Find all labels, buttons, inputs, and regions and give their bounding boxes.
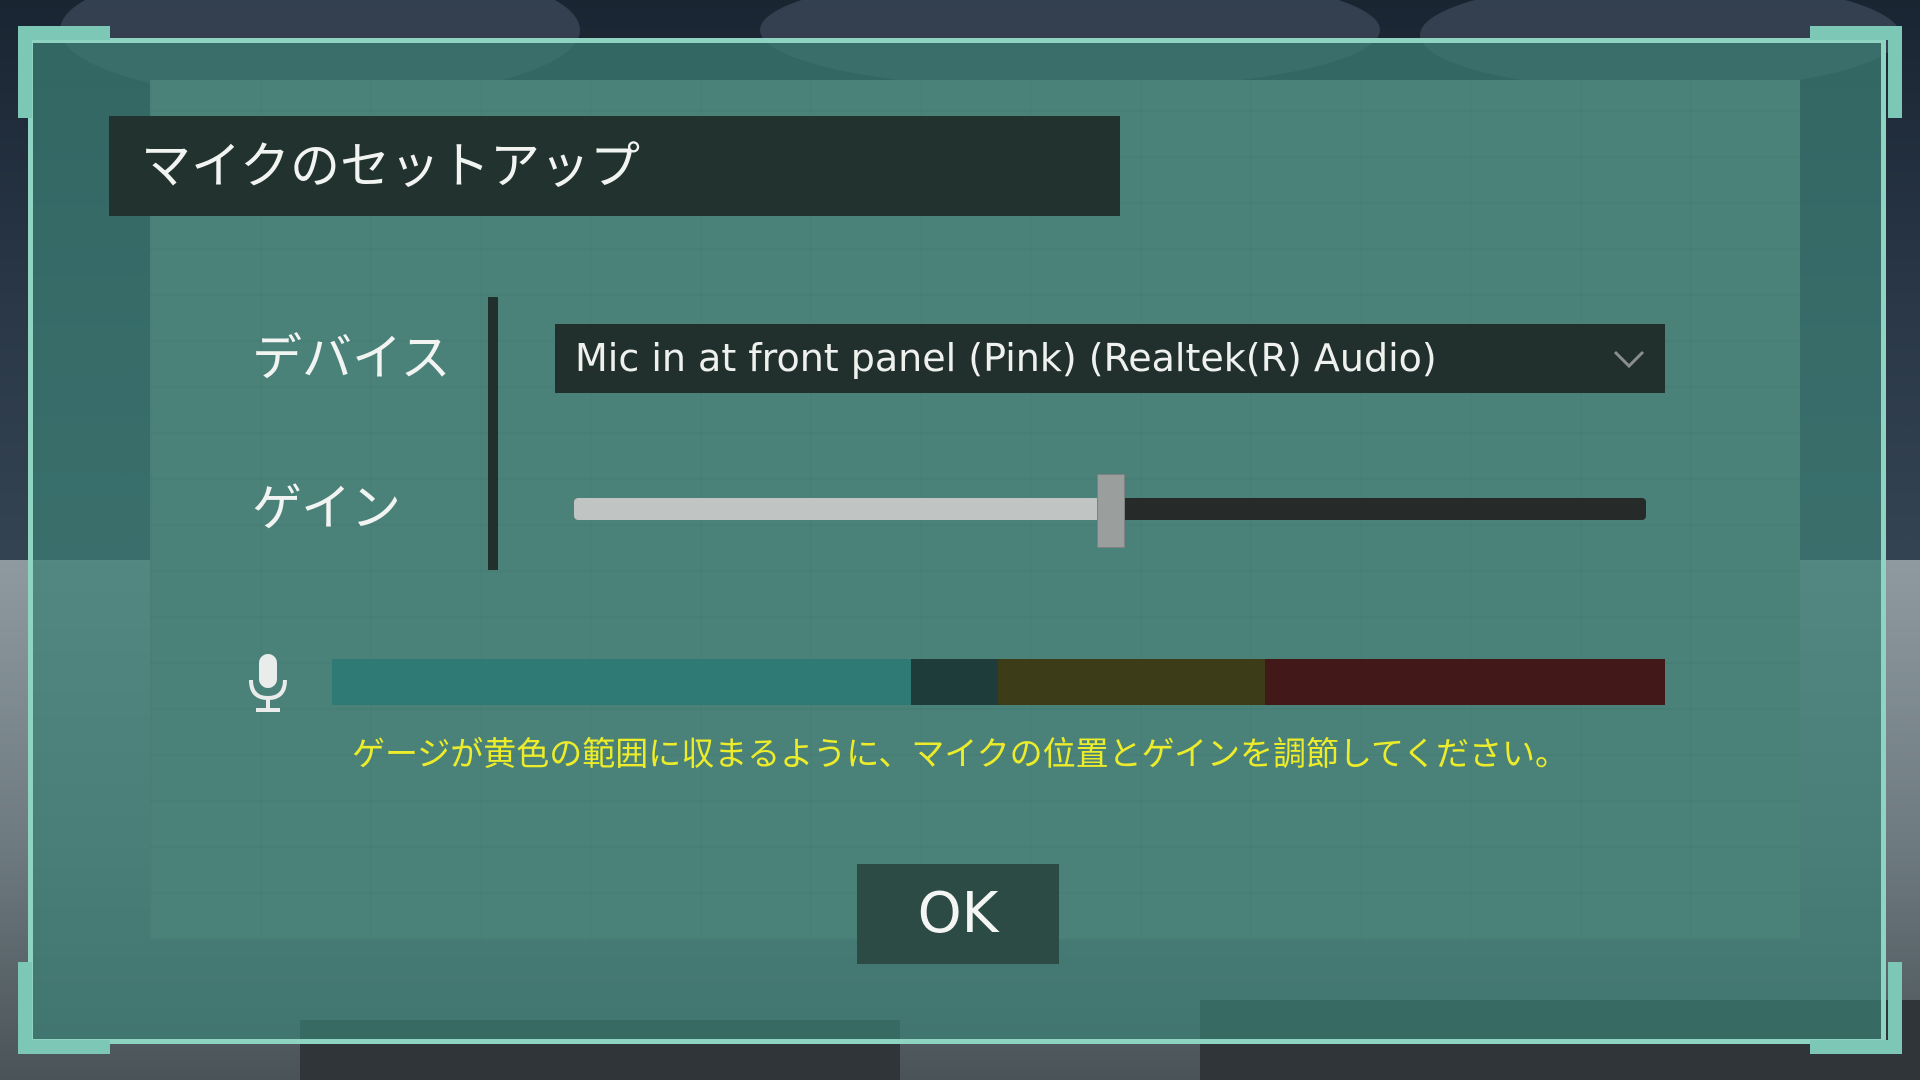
label-divider [488, 297, 498, 570]
panel-corner-bottom-right [1810, 962, 1902, 1054]
title-bar: マイクのセットアップ [109, 116, 1120, 216]
instruction-text: ゲージが黄色の範囲に収まるように、マイクの位置とゲインを調節してください。 [351, 734, 1569, 773]
device-dropdown-value: Mic in at front panel (Pink) (Realtek(R)… [575, 336, 1437, 380]
panel-corner-top-right [1810, 26, 1902, 118]
meter-segment-good [998, 659, 1266, 705]
chevron-down-icon [1613, 350, 1645, 369]
gain-slider-thumb[interactable] [1097, 474, 1125, 548]
input-level-meter [332, 659, 1665, 705]
gain-label: ゲイン [252, 479, 401, 537]
gain-slider-fill [574, 498, 1110, 520]
panel-corner-bottom-left [18, 962, 110, 1054]
microphone-icon [249, 654, 287, 712]
meter-segment-loud [1265, 659, 1665, 705]
ok-button-label: OK [917, 881, 999, 946]
device-dropdown[interactable]: Mic in at front panel (Pink) (Realtek(R)… [555, 324, 1665, 393]
dialog-title: マイクのセットアップ [141, 137, 640, 195]
ok-button[interactable]: OK [857, 864, 1059, 964]
panel-corner-top-left [18, 26, 110, 118]
gain-slider[interactable] [574, 474, 1646, 548]
meter-segment-low-active [332, 659, 911, 705]
device-label: デバイス [252, 329, 451, 387]
meter-segment-low [910, 659, 999, 705]
